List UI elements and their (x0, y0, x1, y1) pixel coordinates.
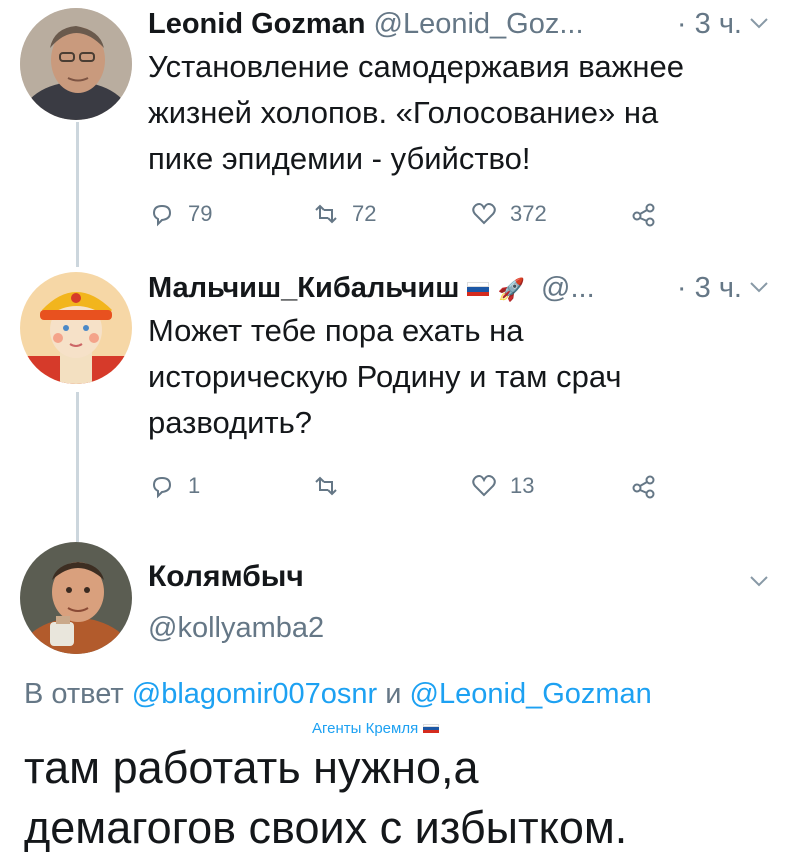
timestamp[interactable]: · 3 ч. (677, 268, 742, 308)
retweet-icon (315, 204, 337, 224)
tweet-actions: 1 13 (148, 472, 708, 512)
share-icon (632, 203, 655, 227)
author-name[interactable]: Мальчиш_Кибальчиш (148, 272, 459, 304)
tweet-1[interactable]: Leonid Gozman @Leonid_Goz... · 3 ч. Устан… (148, 4, 770, 227)
reply-button[interactable]: 79 (148, 200, 212, 228)
share-button[interactable] (630, 200, 658, 228)
avatar-kollyamba[interactable] (20, 542, 132, 654)
main-author-handle[interactable]: @kollyamba2 (148, 612, 324, 645)
russia-flag-icon (467, 282, 490, 297)
share-icon (632, 475, 655, 499)
author-handle[interactable]: @Leonid_Goz... (374, 8, 584, 40)
reply-icon (152, 476, 172, 499)
like-icon (472, 203, 496, 225)
reply-icon (152, 204, 172, 227)
reply-context: В ответ @blagomir007osnr и @Leonid_Gozma… (24, 678, 652, 710)
chevron-down-icon[interactable] (748, 12, 770, 34)
retweet-count: 72 (352, 201, 377, 226)
flair-label: Агенты Кремля (312, 720, 440, 737)
like-button[interactable]: 372 (470, 200, 547, 228)
chevron-down-icon[interactable] (748, 570, 770, 592)
avatar-malchish[interactable] (20, 272, 132, 384)
rocket-icon: 🚀 (497, 277, 525, 302)
like-count: 13 (510, 473, 535, 498)
like-icon (472, 475, 496, 497)
reply-button[interactable]: 1 (148, 472, 200, 500)
tweet-text: Установление самодержавия важнее жизней … (148, 49, 684, 176)
author-handle[interactable]: @... (541, 272, 595, 304)
avatar-leonid[interactable] (20, 8, 132, 120)
chevron-down-icon[interactable] (748, 276, 770, 298)
retweet-button[interactable] (312, 472, 352, 500)
thread-line-2 (76, 392, 79, 542)
like-button[interactable]: 13 (470, 472, 534, 500)
main-tweet-text: там работать нужно,а демагогов своих с и… (24, 742, 628, 853)
thread-line-1 (76, 122, 79, 267)
tweet-actions: 79 72 372 (148, 200, 708, 240)
reply-count: 79 (188, 201, 213, 226)
main-author-name[interactable]: Колямбыч (148, 560, 304, 594)
tweet-2[interactable]: Мальчиш_Кибальчиш 🚀 @... · 3 ч. Может те… (148, 268, 770, 499)
reply-mention-2[interactable]: @Leonid_Gozman (410, 678, 652, 710)
share-button[interactable] (630, 472, 658, 500)
reply-mention-1[interactable]: @blagomir007osnr (132, 678, 377, 710)
like-count: 372 (510, 201, 547, 226)
retweet-icon (315, 476, 337, 496)
timestamp[interactable]: · 3 ч. (677, 4, 742, 44)
russia-flag-icon (423, 723, 440, 734)
retweet-button[interactable]: 72 (312, 200, 376, 228)
reply-count: 1 (188, 473, 201, 498)
tweet-text: Может тебе пора ехать на историческую Ро… (148, 313, 622, 440)
author-name[interactable]: Leonid Gozman (148, 8, 366, 40)
